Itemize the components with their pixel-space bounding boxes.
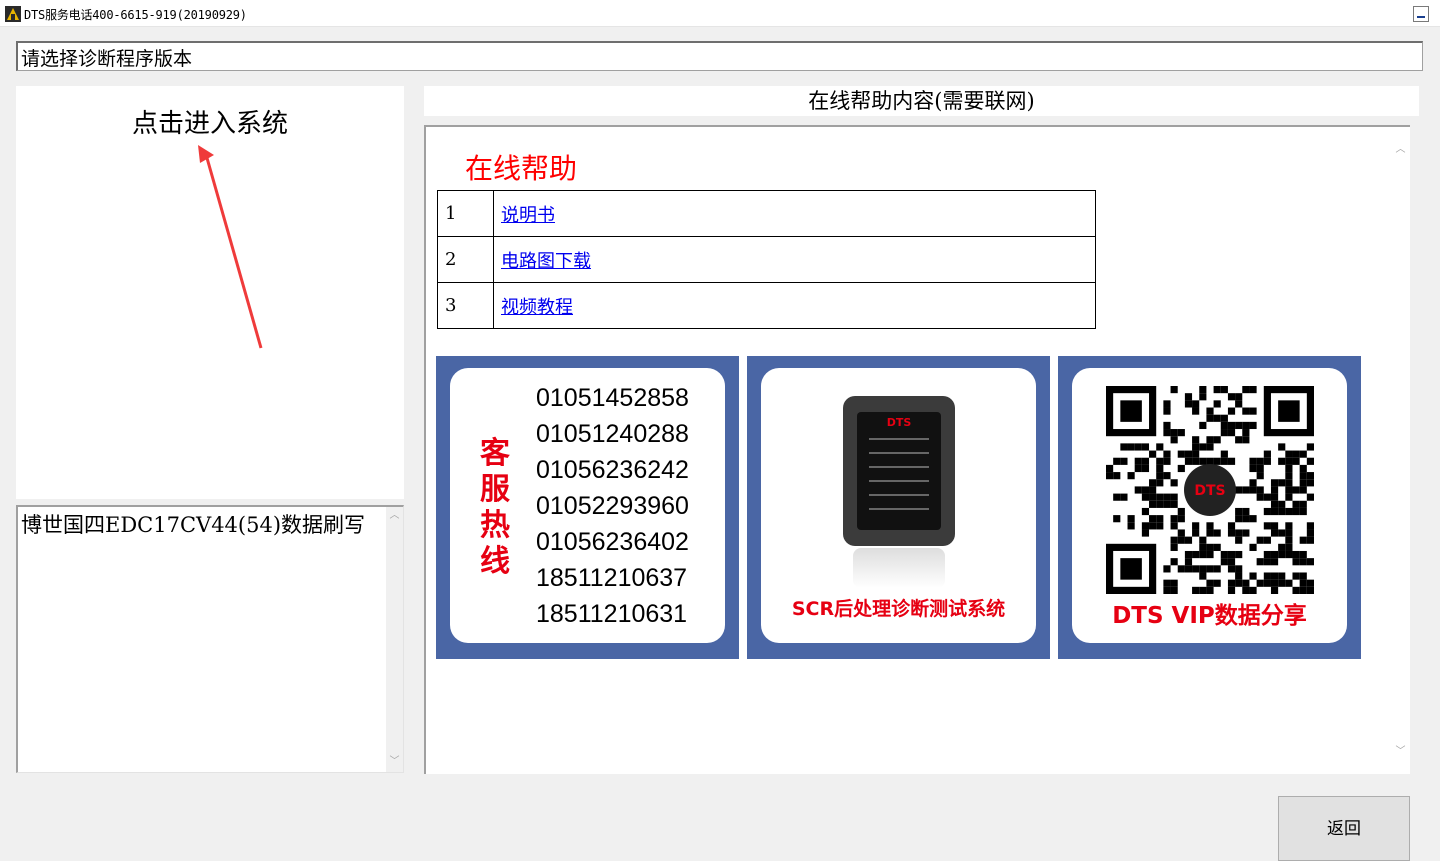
phone-number: 01051452858 <box>536 384 689 412</box>
table-row: 3 视频教程 <box>437 282 1096 329</box>
app-icon <box>5 6 21 22</box>
device-reflection <box>853 548 945 588</box>
phone-number: 01056236242 <box>536 456 689 484</box>
scr-caption: SCR后处理诊断测试系统 <box>791 598 1006 620</box>
row-number: 1 <box>437 190 494 237</box>
table-row: 2 电路图下载 <box>437 236 1096 283</box>
table-cell: 视频教程 <box>493 282 1096 329</box>
device-logo: DTS <box>886 416 912 429</box>
program-description: 博世国四EDC17CV44(54)数据刷写 ︿ ﹀ <box>16 505 404 773</box>
device-banner: DTS SCR后处理诊断测试系统 <box>747 356 1050 659</box>
help-title: 在线帮助 <box>465 152 578 185</box>
back-button[interactable]: 返回 <box>1278 796 1410 861</box>
phone-list: 01051452858 01051240288 01056236242 0105… <box>536 380 689 632</box>
hotline-title: 客服热线 <box>480 436 510 579</box>
phone-number: 18511210631 <box>536 600 688 628</box>
qr-code-icon: DTS <box>1106 386 1314 594</box>
phone-number: 01052293960 <box>536 492 689 520</box>
minimize-button[interactable] <box>1413 6 1429 22</box>
help-content-frame: 在线帮助 1 说明书 2 电路图下载 3 视频教程 客服热线 010514528… <box>424 125 1410 774</box>
phone-number: 01056236402 <box>536 528 689 556</box>
device-card: DTS SCR后处理诊断测试系统 <box>761 368 1036 643</box>
vip-caption: DTS VIP数据分享 <box>1112 603 1307 629</box>
help-header: 在线帮助内容(需要联网) <box>424 86 1419 116</box>
version-select-field[interactable]: 请选择诊断程序版本 <box>16 41 1423 71</box>
hotline-card: 客服热线 01051452858 01051240288 01056236242… <box>450 368 725 643</box>
hotline-banner: 客服热线 01051452858 01051240288 01056236242… <box>436 356 739 659</box>
scroll-down-icon[interactable]: ﹀ <box>1391 743 1410 760</box>
row-number: 2 <box>437 236 494 283</box>
qr-logo: DTS <box>1194 483 1225 499</box>
phone-number: 01051240288 <box>536 420 689 448</box>
vip-banner: DTS DTS VIP数据分享 <box>1058 356 1361 659</box>
table-cell: 电路图下载 <box>493 236 1096 283</box>
circuit-diagram-link[interactable]: 电路图下载 <box>501 251 591 272</box>
scroll-up-icon[interactable]: ︿ <box>386 507 403 524</box>
table-cell: 说明书 <box>493 190 1096 237</box>
scroll-up-icon[interactable]: ︿ <box>1391 141 1410 158</box>
diagnostic-device-image: DTS <box>843 396 955 546</box>
description-text: 博世国四EDC17CV44(54)数据刷写 <box>21 513 366 537</box>
description-scrollbar[interactable]: ︿ ﹀ <box>386 507 403 772</box>
enter-system-panel[interactable]: 点击进入系统 <box>16 86 404 499</box>
table-row: 1 说明书 <box>437 190 1096 237</box>
row-number: 3 <box>437 282 494 329</box>
title-bar: DTS服务电话400-6615-919(20190929) <box>0 0 1440 27</box>
window-title: DTS服务电话400-6615-919(20190929) <box>24 8 247 22</box>
arrow-icon <box>198 145 263 349</box>
help-scrollbar[interactable]: ︿ ﹀ <box>1391 127 1410 774</box>
phone-number: 18511210637 <box>536 564 688 592</box>
video-tutorial-link[interactable]: 视频教程 <box>501 297 573 318</box>
scroll-down-icon[interactable]: ﹀ <box>386 753 403 770</box>
vip-card: DTS DTS VIP数据分享 <box>1072 368 1347 643</box>
manual-link[interactable]: 说明书 <box>501 205 555 226</box>
help-table: 1 说明书 2 电路图下载 3 视频教程 <box>437 190 1096 329</box>
